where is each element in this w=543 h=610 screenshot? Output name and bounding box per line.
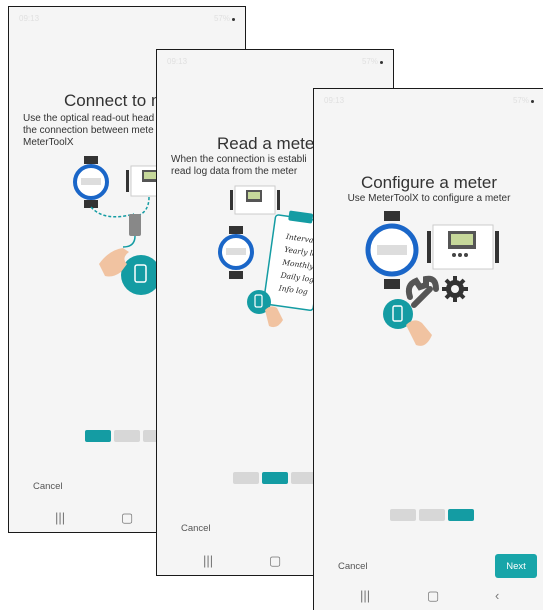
- subtitle-line-1: Use the optical read-out head: [23, 113, 155, 124]
- status-time: 09:13: [324, 95, 345, 105]
- step-dot-3: [448, 509, 474, 521]
- step-dot-1: [390, 509, 416, 521]
- recent-apps-icon[interactable]: |||: [55, 510, 65, 525]
- step-dot-2: [262, 472, 288, 484]
- status-bar: 09:13 57%: [9, 7, 245, 29]
- subtitle-line-3: MeterToolX: [23, 137, 74, 148]
- cancel-button[interactable]: Cancel: [33, 481, 63, 492]
- configure-illustration: [365, 211, 499, 346]
- step-dot-2: [419, 509, 445, 521]
- step-dot-2: [114, 430, 140, 442]
- home-icon[interactable]: ▢: [427, 588, 439, 604]
- back-icon[interactable]: ‹: [495, 588, 499, 603]
- subtitle-line-2: the connection between mete: [23, 125, 154, 136]
- recent-apps-icon[interactable]: |||: [360, 588, 370, 603]
- subtitle-line-2: read log data from the meter: [171, 166, 298, 177]
- status-time: 09:13: [167, 56, 188, 66]
- step-indicator: [390, 509, 474, 521]
- step-dot-1: [233, 472, 259, 484]
- battery-indicator: 57%: [362, 57, 383, 66]
- status-time: 09:13: [19, 13, 40, 23]
- page-subtitle: Use MeterToolX to configure a meter: [347, 193, 511, 204]
- onboarding-screen-configure: 09:13 57% Configure a meter Use MeterToo…: [313, 88, 543, 610]
- battery-indicator: 57%: [214, 14, 235, 23]
- next-button[interactable]: Next: [495, 554, 537, 578]
- battery-indicator: 57%: [513, 96, 534, 105]
- status-bar: 09:13 57%: [314, 89, 543, 111]
- home-icon[interactable]: ▢: [269, 553, 281, 569]
- subtitle-line-1: When the connection is establi: [171, 154, 307, 165]
- step-dot-1: [85, 430, 111, 442]
- step-indicator: [233, 472, 317, 484]
- cancel-button[interactable]: Cancel: [181, 523, 211, 534]
- status-bar: 09:13 57%: [157, 50, 393, 72]
- page-title: Configure a meter: [360, 173, 498, 192]
- recent-apps-icon[interactable]: |||: [203, 553, 213, 568]
- system-nav-bar: ||| ▢ ‹: [314, 586, 543, 610]
- home-icon[interactable]: ▢: [121, 510, 133, 526]
- cancel-button[interactable]: Cancel: [338, 561, 368, 572]
